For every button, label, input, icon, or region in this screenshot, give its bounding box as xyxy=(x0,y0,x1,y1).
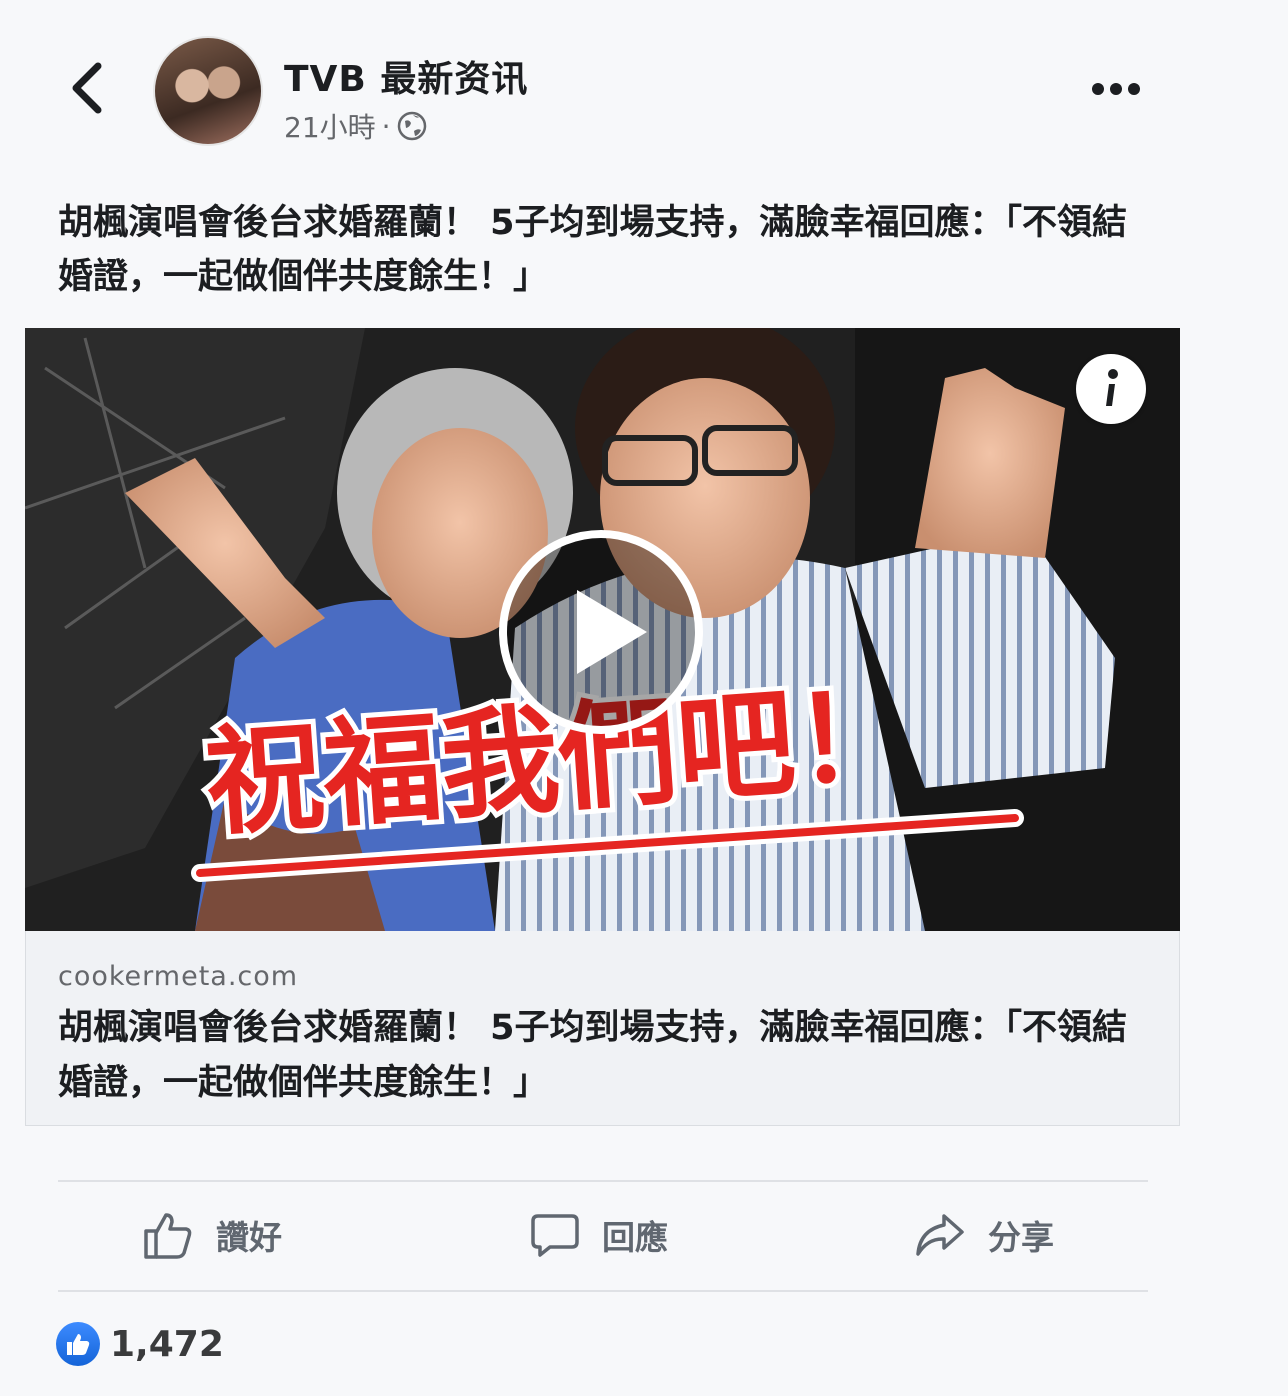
comment-button[interactable]: 回應 xyxy=(530,1210,668,1260)
like-button[interactable]: 讚好 xyxy=(142,1210,282,1260)
more-options-icon[interactable] xyxy=(1088,74,1144,104)
share-button[interactable]: 分享 xyxy=(914,1210,1054,1260)
post-meta: 21小時 · xyxy=(284,106,427,146)
like-reaction-icon xyxy=(56,1322,100,1366)
comment-icon xyxy=(531,1214,579,1257)
meta-separator: · xyxy=(381,109,391,143)
like-label: 讚好 xyxy=(216,1218,282,1257)
info-icon[interactable] xyxy=(1076,354,1146,424)
actions-bottom-divider xyxy=(58,1290,1148,1292)
globe-icon xyxy=(397,111,426,141)
play-button-icon[interactable] xyxy=(497,528,705,736)
link-preview-card[interactable]: cookermeta.com 胡楓演唱會後台求婚羅蘭！ 5子均到場支持，滿臉幸福… xyxy=(25,931,1180,1126)
share-label: 分享 xyxy=(988,1218,1054,1257)
thumbs-up-icon xyxy=(144,1213,192,1259)
reaction-count: 1,472 xyxy=(110,1323,224,1365)
reactions-summary[interactable]: 1,472 xyxy=(56,1322,224,1366)
link-title: 胡楓演唱會後台求婚羅蘭！ 5子均到場支持，滿臉幸福回應：「不領結婚證，一起做個伴… xyxy=(58,1008,1128,1103)
link-domain: cookermeta.com xyxy=(58,961,299,992)
back-arrow-icon[interactable] xyxy=(66,60,110,116)
post-header: TVB 最新资讯 21小時 · xyxy=(0,0,1288,170)
share-icon xyxy=(916,1214,964,1256)
post-caption: 胡楓演唱會後台求婚羅蘭！ 5子均到場支持，滿臉幸福回應：「不領結婚證，一起做個伴… xyxy=(58,203,1128,297)
page-avatar[interactable] xyxy=(153,36,263,146)
post-actions-bar: 讚好 回應 分享 xyxy=(58,1180,1148,1290)
post-timestamp[interactable]: 21小時 xyxy=(284,106,376,146)
comment-label: 回應 xyxy=(602,1218,668,1257)
page-name[interactable]: TVB 最新资讯 xyxy=(284,50,528,102)
